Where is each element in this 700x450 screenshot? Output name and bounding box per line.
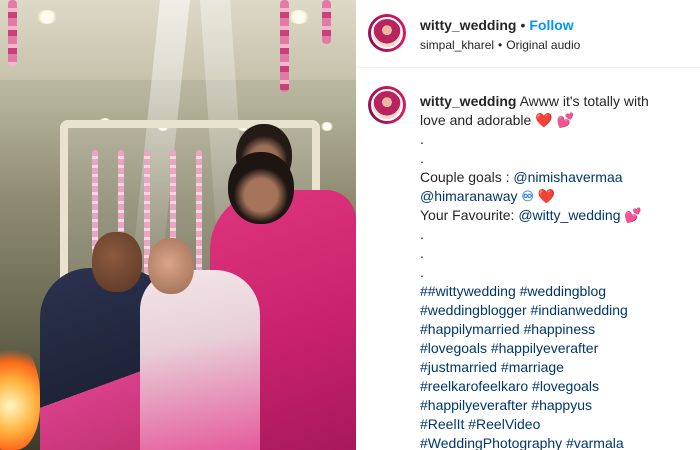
hashtag-line[interactable]: #justmarried #marriage (420, 358, 692, 377)
separator-dot: • (520, 17, 526, 33)
caption-avatar[interactable] (368, 86, 406, 124)
post-caption: witty_wedding Awww it's totally with lov… (420, 92, 692, 450)
favourite-label: Your Favourite: (420, 207, 515, 223)
hashtag-line[interactable]: #reelkarofeelkaro #lovegoals (420, 377, 692, 396)
caption-dot: . (420, 131, 424, 147)
audio-user-link[interactable]: simpal_kharel (420, 38, 494, 52)
header-title-row: witty_wedding • Follow (420, 17, 574, 33)
caption-intro-end: love and adorable (420, 112, 532, 128)
hashtag-line[interactable]: #WeddingPhotography #varmala (420, 434, 692, 450)
hashtag-line[interactable]: #happilymarried #happiness (420, 320, 692, 339)
sacred-fire (0, 340, 40, 450)
audio-label-link[interactable]: Original audio (506, 38, 580, 52)
profile-avatar[interactable] (368, 14, 406, 52)
heart-emoji: ❤️ (537, 188, 556, 204)
ceiling-light (288, 10, 310, 24)
hashtag-line[interactable]: #happilyeverafter #happyus (420, 396, 692, 415)
caption-line: witty_wedding Awww it's totally with (420, 92, 692, 111)
caption-dot: . (420, 150, 424, 166)
flower-garland (322, 0, 331, 44)
avatar-image (371, 89, 403, 121)
mention-link[interactable]: @witty_wedding (518, 207, 620, 223)
caption-dot: . (420, 264, 424, 280)
two-hearts-emoji: 💕 (624, 207, 642, 223)
flower-strand (196, 150, 202, 280)
caption-dot: . (420, 245, 424, 261)
hashtag-line[interactable]: #lovegoals #happilyeverafter (420, 339, 692, 358)
separator-dot: • (498, 38, 503, 52)
caption-line: Your Favourite: @witty_wedding 💕 (420, 206, 692, 225)
woman-head (228, 152, 294, 224)
heart-emoji: ❤️ (535, 112, 553, 128)
caption-line: @himaranaway ♾ ❤️ (420, 187, 692, 206)
hashtag-line[interactable]: ##wittywedding #weddingblog (420, 282, 692, 301)
bride-figure (140, 270, 260, 450)
flower-garland (280, 0, 289, 92)
mention-link[interactable]: @nimishavermaa (513, 169, 622, 185)
post-media[interactable] (0, 0, 356, 450)
caption-dot: . (420, 226, 424, 242)
username-link[interactable]: witty_wedding (420, 17, 516, 33)
groom-head (92, 232, 142, 292)
two-hearts-emoji: 💕 (556, 112, 574, 128)
flower-garland (8, 0, 17, 66)
follow-button[interactable]: Follow (529, 17, 573, 33)
post-header: witty_wedding • Follow simpal_kharel • Origi… (356, 0, 700, 68)
post-side-panel: witty_wedding • Follow simpal_kharel • Origi… (356, 0, 700, 450)
ceiling-light (36, 10, 58, 24)
caption-username-link[interactable]: witty_wedding (420, 93, 516, 109)
bride-head (148, 238, 194, 294)
avatar-image (371, 17, 403, 49)
caption-intro-start: Awww it's totally with (519, 93, 649, 109)
couple-goals-label: Couple goals : (420, 169, 510, 185)
audio-row: simpal_kharel • Original audio (420, 38, 580, 52)
infinity-emoji: ♾ (521, 188, 534, 204)
hashtag-line[interactable]: #weddingblogger #indianwedding (420, 301, 692, 320)
caption-line: love and adorable ❤️ 💕 (420, 111, 692, 130)
ceiling-light (320, 122, 334, 131)
mention-link[interactable]: @himaranaway (420, 188, 517, 204)
caption-line: Couple goals : @nimishavermaa (420, 168, 692, 187)
hashtag-line[interactable]: #ReelIt #ReelVideo (420, 415, 692, 434)
